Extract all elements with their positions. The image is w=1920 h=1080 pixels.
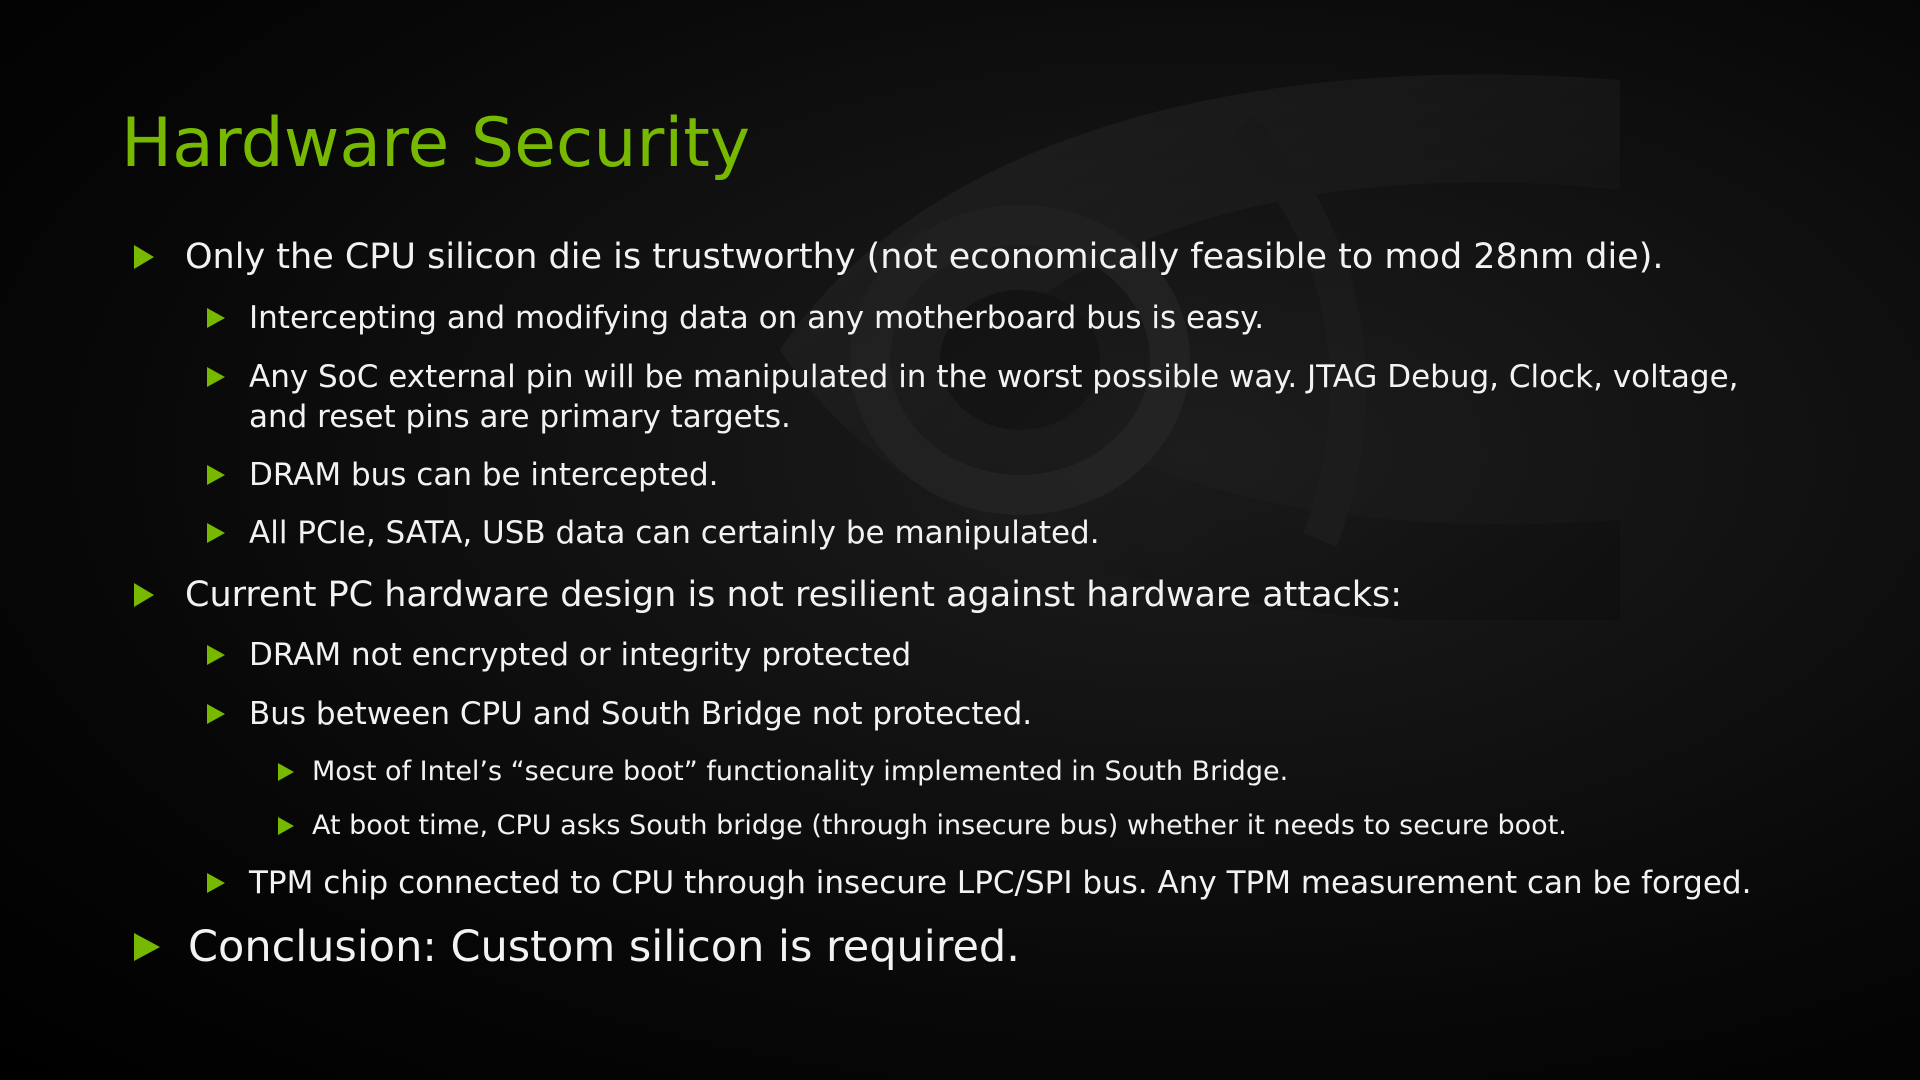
triangle-right-icon [207, 873, 225, 893]
bullet-dram-encryption: DRAM not encrypted or integrity protecte… [207, 635, 911, 675]
bullet-text: Only the CPU silicon die is trustworthy … [185, 237, 1664, 277]
bullet-text: All PCIe, SATA, USB data can certainly b… [249, 515, 1100, 551]
bullet-text: DRAM not encrypted or integrity protecte… [249, 637, 912, 673]
triangle-right-icon [134, 933, 160, 961]
bullet-text: Bus between CPU and South Bridge not pro… [249, 696, 1033, 732]
triangle-right-icon [207, 704, 225, 724]
bullet-pc-design: Current PC hardware design is not resili… [134, 575, 1402, 615]
bullet-soc-pins: Any SoC external pin will be manipulated… [207, 357, 1739, 437]
bullet-list: Only the CPU silicon die is trustworthy … [0, 0, 1920, 1080]
bullet-boot-time: At boot time, CPU asks South bridge (thr… [278, 808, 1567, 844]
bullet-text: At boot time, CPU asks South bridge (thr… [312, 810, 1567, 841]
bullet-text: Intercepting and modifying data on any m… [249, 300, 1265, 336]
triangle-right-icon [134, 583, 154, 607]
bullet-text: Conclusion: Custom silicon is required. [188, 922, 1020, 972]
slide: Hardware Security Only the CPU silicon d… [0, 0, 1920, 1080]
triangle-right-icon [207, 308, 225, 328]
bullet-tpm: TPM chip connected to CPU through insecu… [207, 863, 1751, 903]
triangle-right-icon [207, 645, 225, 665]
bullet-text: Most of Intel’s “secure boot” functional… [312, 756, 1289, 787]
bullet-text: Current PC hardware design is not resili… [185, 575, 1403, 615]
bullet-cpu-trust: Only the CPU silicon die is trustworthy … [134, 237, 1663, 277]
bullet-text-line-1: Any SoC external pin will be manipulated… [249, 359, 1739, 395]
bullet-pcie-sata-usb: All PCIe, SATA, USB data can certainly b… [207, 513, 1100, 553]
triangle-right-icon [207, 367, 225, 387]
bullet-intel-secure-boot: Most of Intel’s “secure boot” functional… [278, 754, 1288, 790]
bullet-south-bridge-bus: Bus between CPU and South Bridge not pro… [207, 694, 1032, 734]
bullet-bus-intercept: Intercepting and modifying data on any m… [207, 298, 1264, 338]
triangle-right-icon [207, 523, 225, 543]
bullet-dram-bus: DRAM bus can be intercepted. [207, 455, 719, 495]
bullet-text-block: Any SoC external pin will be manipulated… [249, 357, 1739, 437]
bullet-conclusion: Conclusion: Custom silicon is required. [134, 922, 1020, 972]
triangle-right-icon [134, 245, 154, 269]
triangle-right-icon [207, 465, 225, 485]
triangle-right-icon [278, 763, 294, 781]
bullet-text: TPM chip connected to CPU through insecu… [249, 865, 1752, 901]
bullet-text: DRAM bus can be intercepted. [249, 457, 719, 493]
triangle-right-icon [278, 817, 294, 835]
bullet-text-line-2: and reset pins are primary targets. [249, 399, 791, 435]
